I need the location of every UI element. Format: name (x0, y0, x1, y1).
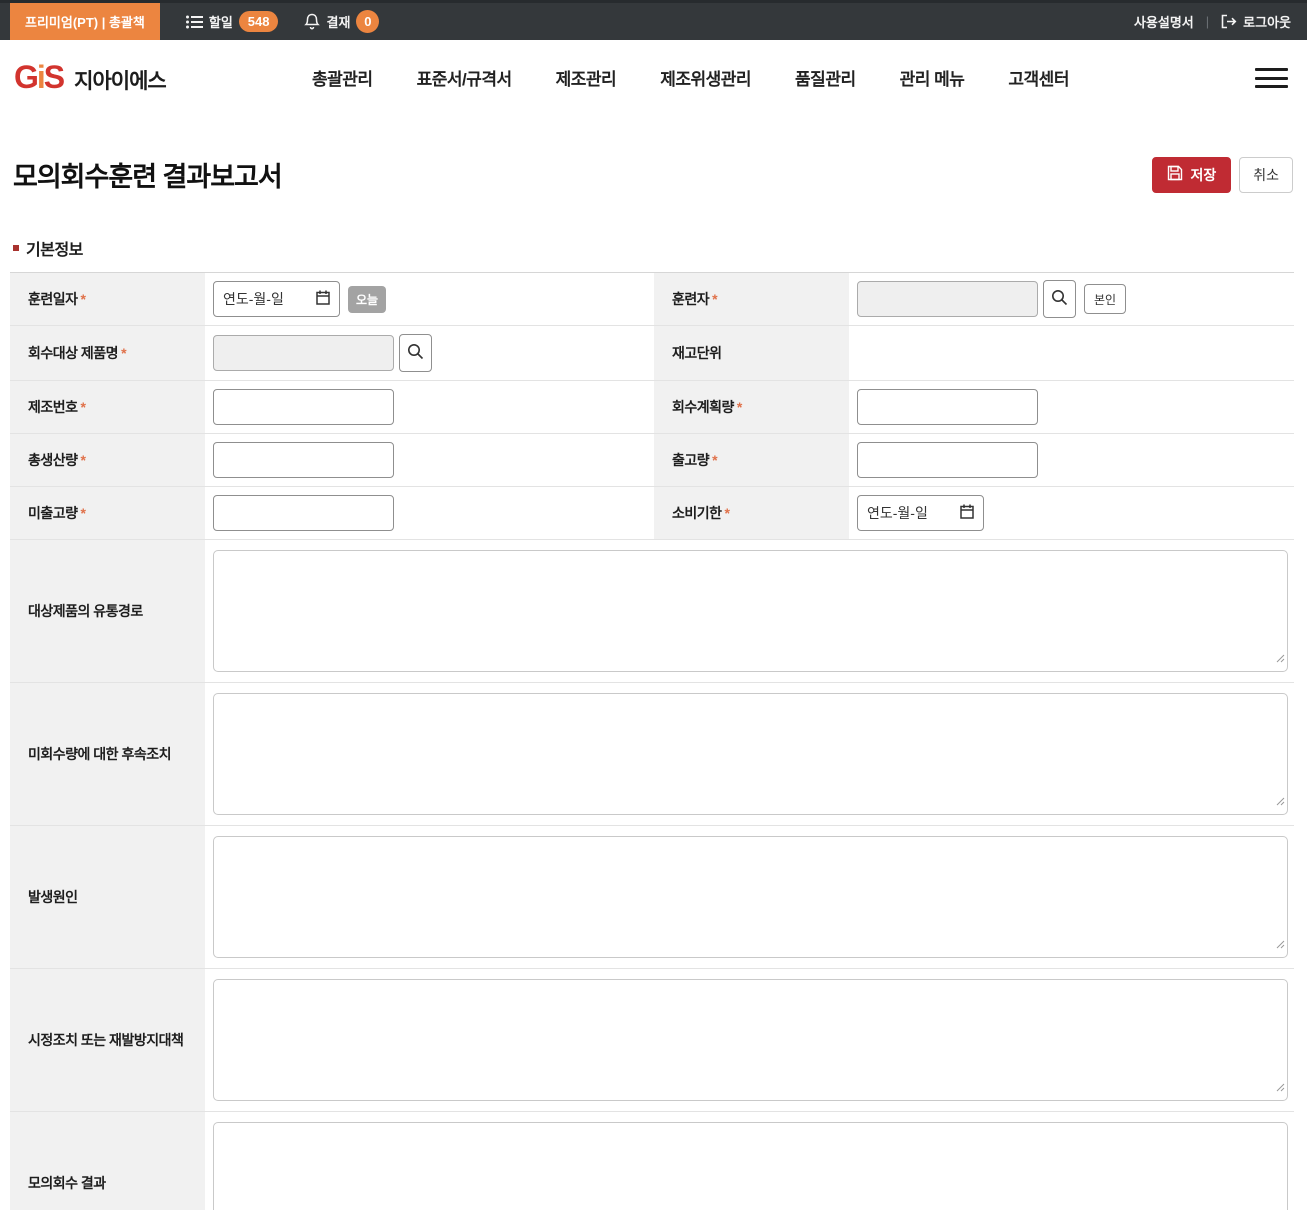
search-icon (1051, 289, 1068, 309)
logo[interactable]: GiS 지아이에스 (14, 59, 167, 96)
approval-count-badge: 0 (356, 10, 380, 33)
main-nav: 총괄관리 표준서/규격서 제조관리 제조위생관리 품질관리 관리 메뉴 고객센터 (312, 65, 1069, 90)
trainer-input[interactable] (857, 281, 1038, 317)
distribution-channel-textarea[interactable] (213, 550, 1288, 672)
lot-no-label: 제조번호 * (10, 380, 205, 434)
mock-recall-result-textarea[interactable] (213, 1122, 1288, 1210)
required-marker: * (712, 452, 718, 468)
training-date-label: 훈련일자 * (10, 272, 205, 326)
floppy-icon (1167, 165, 1183, 184)
trainer-search-button[interactable] (1043, 280, 1076, 318)
stock-unit-value (849, 325, 1294, 381)
nav-item-quality[interactable]: 품질관리 (795, 65, 856, 90)
todo-count-badge: 548 (238, 11, 279, 32)
required-marker: * (712, 291, 718, 307)
stock-unit-label: 재고단위 (654, 325, 849, 381)
logout-link[interactable]: 로그아웃 (1221, 12, 1291, 31)
expiry-date-label: 소비기한 * (654, 486, 849, 540)
shipped-qty-input[interactable] (857, 442, 1038, 478)
list-icon (185, 15, 203, 29)
unshipped-qty-label: 미출고량 * (10, 486, 205, 540)
hamburger-icon[interactable] (1255, 68, 1288, 88)
total-production-label: 총생산량 * (10, 433, 205, 487)
logout-label: 로그아웃 (1243, 15, 1291, 30)
follow-up-action-label: 미회수량에 대한 후속조치 (10, 682, 205, 826)
cause-textarea[interactable] (213, 836, 1288, 958)
recall-plan-qty-label: 회수계획량 * (654, 380, 849, 434)
cancel-button[interactable]: 취소 (1239, 156, 1293, 193)
corrective-action-textarea[interactable] (213, 979, 1288, 1101)
product-search-button[interactable] (399, 334, 432, 372)
corrective-action-label: 시정조치 또는 재발방지대책 (10, 968, 205, 1112)
expiry-date-input[interactable]: 연도-월-일 (857, 495, 984, 531)
topbar-right: 사용설명서 | 로그아웃 (1134, 12, 1291, 31)
nav-item-standards[interactable]: 표준서/규격서 (417, 65, 513, 90)
calendar-icon[interactable] (960, 504, 974, 522)
search-icon (407, 343, 424, 363)
bell-icon (304, 13, 321, 30)
section-title: 기본정보 (26, 242, 83, 259)
unshipped-qty-input[interactable] (213, 495, 394, 531)
required-marker: * (736, 399, 742, 415)
required-marker: * (80, 291, 86, 307)
logo-i: i (36, 59, 46, 95)
section-bullet (13, 245, 19, 251)
title-actions: 저장 취소 (1152, 156, 1293, 193)
todo-menu[interactable]: 할일 548 (185, 11, 279, 32)
plan-badge-button[interactable]: 프리미엄(PT) | 총괄책 (10, 3, 160, 40)
topbar: 프리미엄(PT) | 총괄책 할일 548 결재 0 사용설명서 | 로그아웃 (0, 0, 1307, 40)
required-marker: * (724, 505, 730, 521)
logo-name: 지아이에스 (74, 70, 167, 93)
save-label: 저장 (1190, 166, 1217, 183)
lot-no-input[interactable] (213, 389, 394, 425)
cancel-label: 취소 (1253, 166, 1279, 183)
required-marker: * (80, 399, 86, 415)
training-date-input[interactable]: 연도-월-일 (213, 281, 340, 317)
follow-up-action-textarea[interactable] (213, 693, 1288, 815)
distribution-channel-label: 대상제품의 유통경로 (10, 539, 205, 683)
shipped-qty-label: 출고량 * (654, 433, 849, 487)
today-button[interactable]: 오늘 (348, 285, 387, 313)
page-title: 모의회수훈련 결과보고서 (13, 162, 283, 192)
header: GiS 지아이에스 총괄관리 표준서/규격서 제조관리 제조위생관리 품질관리 … (0, 40, 1307, 115)
trainer-label: 훈련자 * (654, 272, 849, 326)
cause-label: 발생원인 (10, 825, 205, 969)
recall-plan-qty-input[interactable] (857, 389, 1038, 425)
logout-icon (1221, 14, 1237, 29)
basic-info-table: 훈련일자 * 연도-월-일 오늘 훈련자 * 본인 회수대상 제품명 * 재고단… (10, 272, 1294, 1210)
total-production-input[interactable] (213, 442, 394, 478)
calendar-icon[interactable] (316, 290, 330, 308)
nav-item-manufacturing[interactable]: 제조관리 (556, 65, 617, 90)
required-marker: * (121, 345, 127, 361)
nav-item-admin[interactable]: 관리 메뉴 (900, 65, 965, 90)
product-name-label: 회수대상 제품명 * (10, 325, 205, 381)
approval-menu[interactable]: 결재 0 (304, 10, 380, 33)
todo-label: 할일 (208, 15, 233, 30)
nav-item-general[interactable]: 총괄관리 (312, 65, 373, 90)
required-marker: * (80, 505, 86, 521)
nav-item-support[interactable]: 고객센터 (1008, 65, 1069, 90)
required-marker: * (80, 452, 86, 468)
mock-recall-result-label: 모의회수 결과 (10, 1111, 205, 1210)
nav-item-hygiene[interactable]: 제조위생관리 (660, 65, 751, 90)
topbar-divider: | (1205, 14, 1210, 29)
logo-mark: GiS (14, 59, 65, 95)
save-button[interactable]: 저장 (1152, 156, 1232, 193)
self-button[interactable]: 본인 (1084, 284, 1127, 314)
product-name-input[interactable] (213, 335, 394, 371)
manual-link[interactable]: 사용설명서 (1134, 12, 1194, 31)
approval-label: 결재 (326, 15, 351, 30)
